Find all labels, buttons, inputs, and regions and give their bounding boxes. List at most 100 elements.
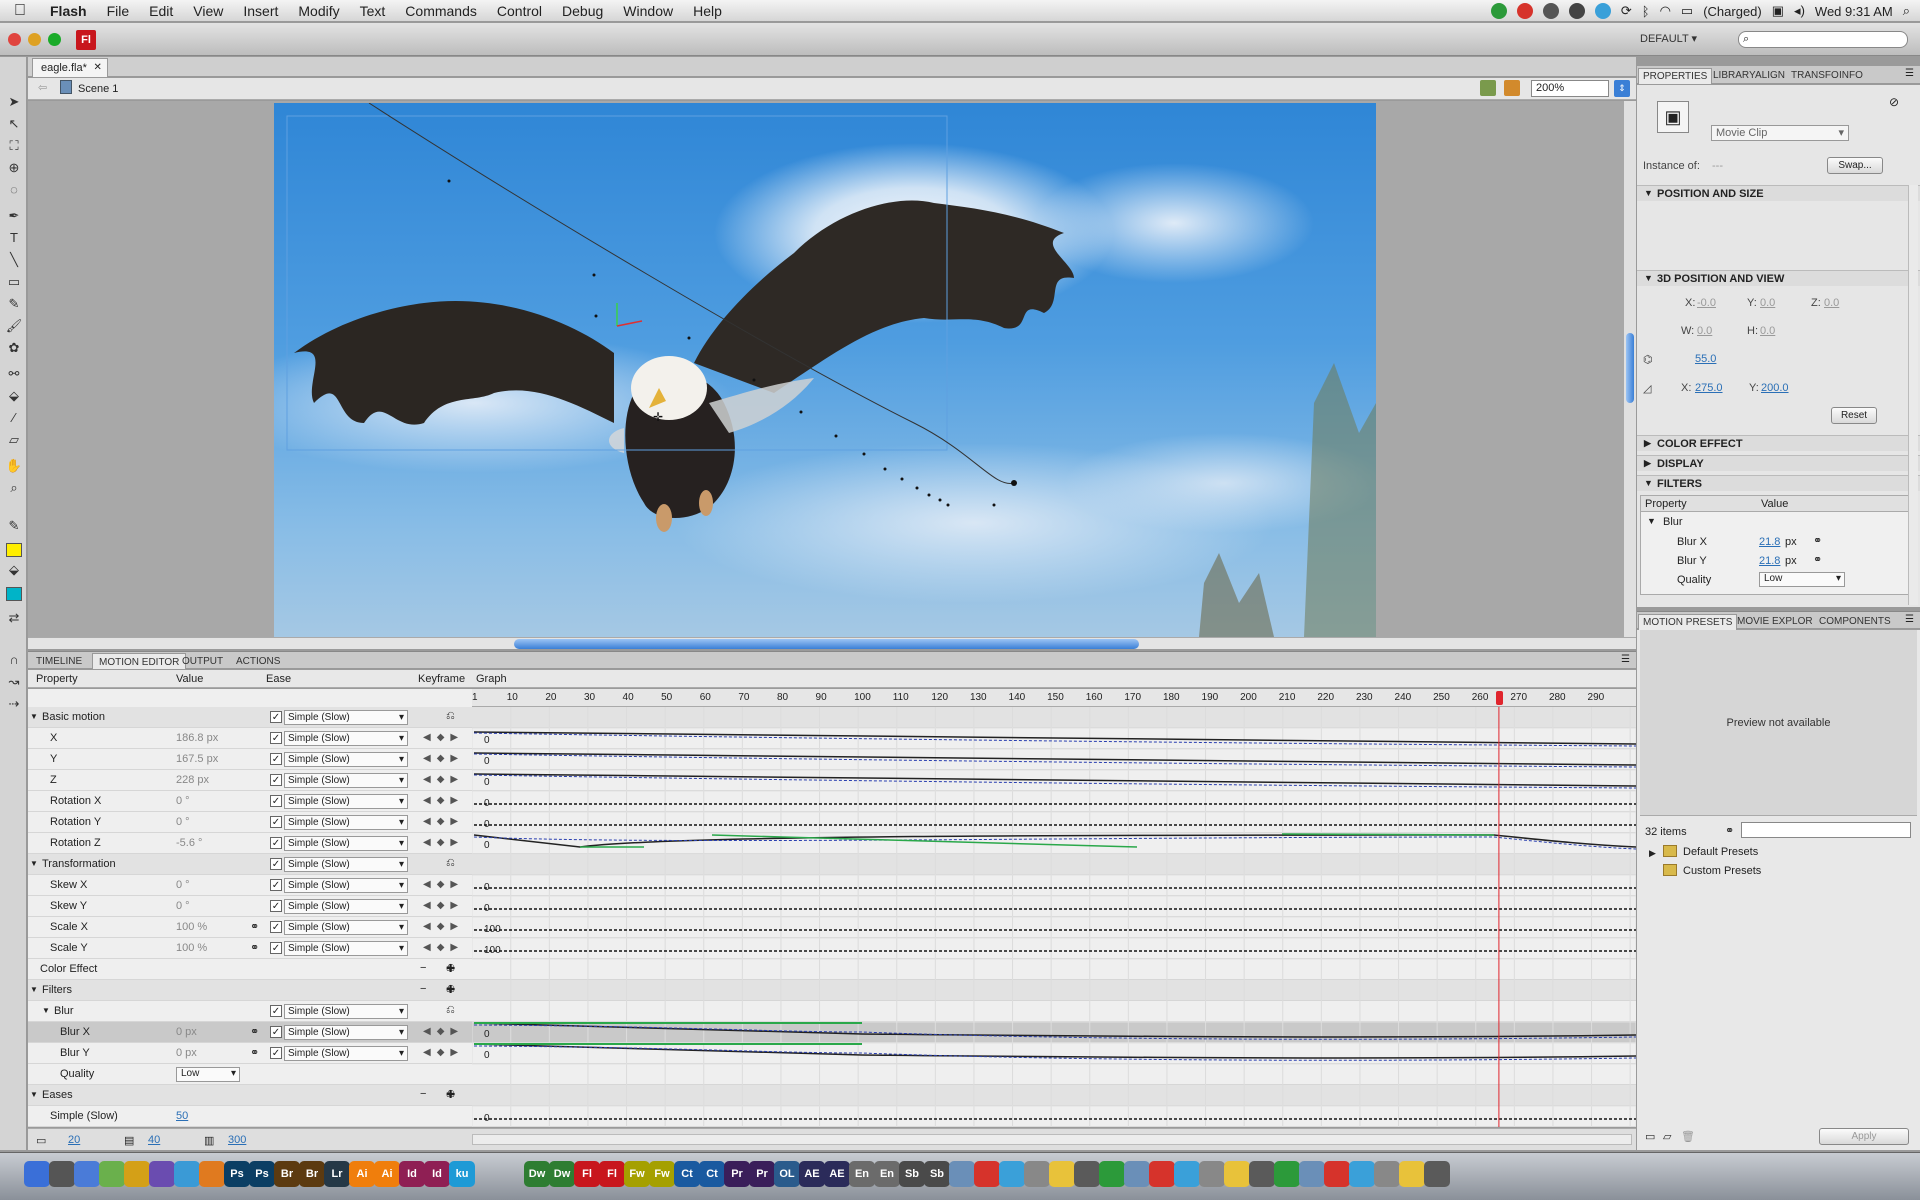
stage-viewport[interactable]: ✛ xyxy=(28,101,1624,637)
keyframe-navigation[interactable]: ◀◆▶ xyxy=(423,795,464,806)
dock-app-icon[interactable] xyxy=(1324,1161,1350,1187)
row-value[interactable]: 0 px xyxy=(176,1047,197,1059)
dock-app-icon[interactable] xyxy=(1174,1161,1200,1187)
collapse-triangle-icon[interactable]: ▼ xyxy=(30,985,38,994)
selection-tool-icon[interactable]: ➤ xyxy=(5,93,23,111)
help-icon[interactable]: ⊘ xyxy=(1889,95,1899,109)
preset-folder-default[interactable]: Default Presets xyxy=(1683,846,1758,858)
camera-icon[interactable] xyxy=(1568,3,1585,19)
ease-enabled-checkbox[interactable]: ✓ xyxy=(270,921,282,933)
line-tool-icon[interactable]: ╲ xyxy=(5,251,23,269)
apple-menu-icon[interactable]:  xyxy=(0,2,40,20)
expand-triangle-icon[interactable]: ▶ xyxy=(1649,848,1656,859)
cloud-sync-icon[interactable] xyxy=(1542,3,1559,19)
dock-app-icon[interactable] xyxy=(1124,1161,1150,1187)
row-value[interactable]: 100 % xyxy=(176,921,207,933)
row-value[interactable]: 186.8 px xyxy=(176,732,218,744)
tab-motion-editor[interactable]: MOTION EDITOR xyxy=(92,653,187,669)
zoom-tool-icon[interactable]: ⌕ xyxy=(5,479,23,497)
dock-app-icon[interactable] xyxy=(74,1161,100,1187)
link-values-icon[interactable]: ⚭ xyxy=(250,1046,259,1059)
dock-app-icon[interactable] xyxy=(49,1161,75,1187)
dock-app-icon[interactable]: Ps xyxy=(224,1161,250,1187)
dock-app-icon[interactable] xyxy=(1299,1161,1325,1187)
menu-text[interactable]: Text xyxy=(350,3,396,19)
playhead-marker[interactable] xyxy=(1495,691,1503,705)
time-machine-icon[interactable]: ⟳ xyxy=(1621,3,1632,19)
help-search-input[interactable]: ⌕ xyxy=(1738,31,1908,48)
filter-quality-select[interactable]: Low ▾ xyxy=(1759,572,1845,587)
dock-app-icon[interactable]: OL xyxy=(774,1161,800,1187)
value-3d-z[interactable]: 0.0 xyxy=(1824,297,1839,309)
dock-app-icon[interactable] xyxy=(1399,1161,1425,1187)
bone-tool-icon[interactable]: ⚯ xyxy=(5,365,23,383)
section-filters[interactable]: ▼ FILTERS xyxy=(1637,475,1920,491)
swap-colors-icon[interactable]: ⇄ xyxy=(5,609,23,627)
apply-button[interactable]: Apply xyxy=(1819,1128,1909,1145)
tab-info[interactable]: INFO xyxy=(1835,68,1867,83)
keyframe-navigation[interactable]: ◀◆▶ xyxy=(423,837,464,848)
properties-scrollbar[interactable] xyxy=(1908,185,1918,605)
dock-app-icon[interactable]: Br xyxy=(299,1161,325,1187)
ease-enabled-checkbox[interactable]: ✓ xyxy=(270,942,282,954)
collapse-triangle-icon[interactable]: ▼ xyxy=(42,1006,50,1015)
link-values-icon[interactable]: ⚭ xyxy=(1813,553,1822,566)
menu-view[interactable]: View xyxy=(183,3,233,19)
keyframe-navigation[interactable]: ◀◆▶ xyxy=(423,921,464,932)
keyframe-navigation[interactable]: ◀◆▶ xyxy=(423,1026,464,1037)
zoom-input[interactable]: 200% xyxy=(1531,80,1609,97)
fill-color-icon[interactable]: ⬙ xyxy=(5,561,23,579)
reset-values-icon[interactable]: ⎌ xyxy=(446,857,455,870)
row-value[interactable]: 100 % xyxy=(176,942,207,954)
panel-menu-icon[interactable]: ☰ xyxy=(1905,614,1914,625)
dock-app-icon[interactable] xyxy=(974,1161,1000,1187)
section-display[interactable]: ▶ DISPLAY xyxy=(1637,455,1920,471)
value-3d-x[interactable]: -0.0 xyxy=(1697,297,1716,309)
dock-app-icon[interactable] xyxy=(99,1161,125,1187)
section-color-effect[interactable]: ▶ COLOR EFFECT xyxy=(1637,435,1920,451)
hand-tool-icon[interactable]: ✋ xyxy=(5,457,23,475)
ease-select[interactable]: Simple (Slow) xyxy=(284,920,408,935)
menu-file[interactable]: File xyxy=(97,3,140,19)
dock-app-icon[interactable]: Fw xyxy=(624,1161,650,1187)
tab-movie-explorer[interactable]: MOVIE EXPLOR xyxy=(1733,614,1817,629)
dock-app-icon[interactable]: ku xyxy=(449,1161,475,1187)
dock-app-icon[interactable] xyxy=(1024,1161,1050,1187)
dock-app-icon[interactable] xyxy=(1349,1161,1375,1187)
dock-app-icon[interactable] xyxy=(174,1161,200,1187)
dock-app-icon[interactable]: Br xyxy=(274,1161,300,1187)
ease-enabled-checkbox[interactable]: ✓ xyxy=(270,1005,282,1017)
ease-select[interactable]: Simple (Slow) xyxy=(284,710,408,725)
menu-control[interactable]: Control xyxy=(487,3,552,19)
deco-tool-icon[interactable]: ✿ xyxy=(5,339,23,357)
link-values-icon[interactable]: ⚭ xyxy=(250,920,259,933)
ease-enabled-checkbox[interactable]: ✓ xyxy=(270,1026,282,1038)
dock-app-icon[interactable]: En xyxy=(874,1161,900,1187)
dock-app-icon[interactable]: Dw xyxy=(549,1161,575,1187)
dock-app-icon[interactable]: Pr xyxy=(749,1161,775,1187)
menu-commands[interactable]: Commands xyxy=(395,3,487,19)
tab-properties[interactable]: PROPERTIES xyxy=(1638,68,1713,84)
filter-blur-y-value[interactable]: 21.8 xyxy=(1759,555,1780,567)
menu-help[interactable]: Help xyxy=(683,3,732,19)
dock-app-icon[interactable] xyxy=(949,1161,975,1187)
row-value[interactable]: 0 ° xyxy=(176,816,190,828)
dock-app-icon[interactable]: Ps xyxy=(249,1161,275,1187)
value-3d-y[interactable]: 0.0 xyxy=(1760,297,1775,309)
dock-app-icon[interactable] xyxy=(999,1161,1025,1187)
ease-enabled-checkbox[interactable]: ✓ xyxy=(270,837,282,849)
dock-app-icon[interactable]: AE xyxy=(824,1161,850,1187)
remove-item-icon[interactable]: − xyxy=(420,962,426,974)
collapse-triangle-icon[interactable]: ▼ xyxy=(30,1090,38,1099)
dock-app-icon[interactable] xyxy=(1149,1161,1175,1187)
dock-app-icon[interactable]: En xyxy=(849,1161,875,1187)
zoom-dropdown-icon[interactable]: ⇕ xyxy=(1614,80,1630,97)
straighten-icon[interactable]: ⇢ xyxy=(5,695,23,713)
dock-app-icon[interactable] xyxy=(1074,1161,1100,1187)
ease-enabled-checkbox[interactable]: ✓ xyxy=(270,1047,282,1059)
pen-tool-icon[interactable]: ✒ xyxy=(5,207,23,225)
ease-select[interactable]: Simple (Slow) xyxy=(284,899,408,914)
section-3d-position[interactable]: ▼ 3D POSITION AND VIEW xyxy=(1637,270,1920,286)
new-preset-icon[interactable]: ▭ xyxy=(1645,1130,1655,1143)
edit-scene-icon[interactable] xyxy=(1480,80,1496,96)
